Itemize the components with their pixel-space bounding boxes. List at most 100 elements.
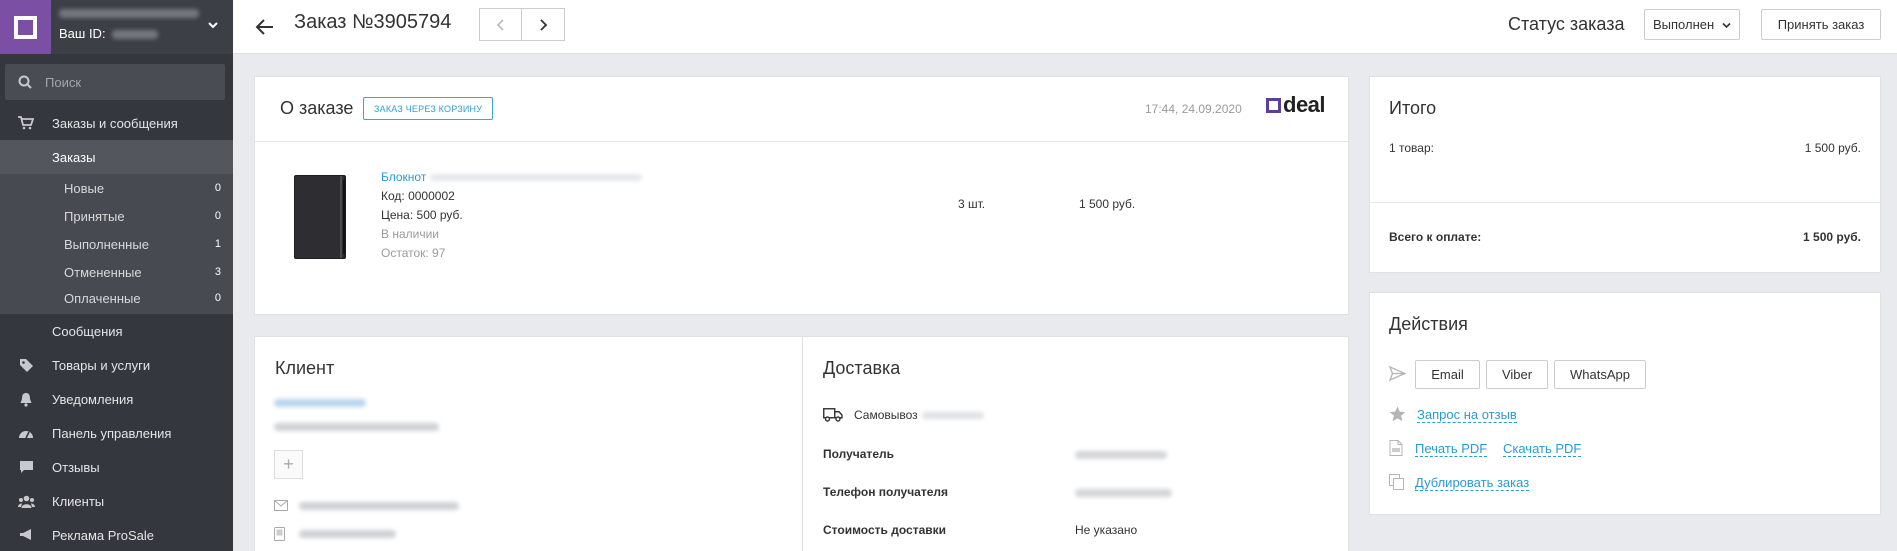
deal-logo: deal — [1266, 92, 1326, 118]
sidebar-item-notifications[interactable]: Уведомления — [0, 382, 233, 416]
items-row: 1 товар: 1 500 руб. — [1389, 141, 1861, 155]
sidebar-item-label: Уведомления — [52, 391, 134, 407]
account-id: Ваш ID: — [59, 26, 158, 41]
product-availability: В наличии — [381, 227, 440, 241]
recipient-phone-label: Телефон получателя — [823, 485, 949, 499]
recipient-phone-redacted — [1075, 489, 1172, 497]
truck-icon — [823, 407, 843, 425]
star-icon — [1389, 406, 1406, 423]
phone-icon — [274, 527, 288, 541]
next-order-button[interactable] — [522, 8, 565, 41]
send-whatsapp-button[interactable]: WhatsApp — [1554, 360, 1646, 389]
duplicate-order-link[interactable]: Дублировать заказ — [1415, 476, 1530, 491]
comment-icon — [0, 460, 52, 474]
sidebar-item-messages[interactable]: Сообщения — [0, 314, 233, 348]
sidebar-item-label: Панель управления — [52, 425, 172, 441]
client-panel-title: Клиент — [275, 358, 335, 378]
sidebar-item-label: Реклама ProSale — [52, 527, 155, 543]
sidebar-item-orders[interactable]: Заказы — [0, 140, 233, 174]
count-badge: 0 — [214, 210, 221, 222]
sidebar-item-reviews[interactable]: Отзывы — [0, 450, 233, 484]
chevron-down-icon — [1722, 17, 1731, 32]
count-badge: 0 — [214, 182, 221, 194]
total-row: Всего к оплате: 1 500 руб. — [1389, 230, 1861, 244]
product-image[interactable] — [291, 172, 349, 262]
download-pdf-link[interactable]: Скачать PDF — [1503, 442, 1582, 457]
page-title: Заказ №3905794 — [294, 11, 452, 33]
recipient-value-redacted — [1075, 451, 1167, 459]
sidebar-item-ads[interactable]: Реклама ProSale — [0, 518, 233, 551]
add-client-info-button[interactable]: + — [274, 450, 303, 479]
sidebar-item-orders-messages[interactable]: Заказы и сообщения — [0, 106, 233, 140]
sidebar-item-label: Клиенты — [52, 493, 105, 509]
sidebar-item-goods[interactable]: Товары и услуги — [0, 348, 233, 382]
count-badge: 0 — [214, 292, 221, 304]
search-input[interactable] — [45, 74, 215, 90]
client-panel: Клиент + — [254, 336, 802, 551]
accept-order-button[interactable]: Принять заказ — [1761, 9, 1881, 40]
search-icon — [5, 75, 45, 89]
product-sum: 1 500 руб. — [1079, 197, 1136, 211]
gauge-icon — [0, 427, 52, 439]
sidebar-item-label: Заказы и сообщения — [52, 115, 178, 131]
orders-submenu: Заказы Новые 0 Принятые 0 Выполненные 1 Отм… — [0, 140, 233, 314]
top-bar: Заказ №3905794 Статус заказа Выполнен Пр… — [233, 0, 1897, 54]
copy-icon — [1389, 474, 1406, 491]
delivery-panel: Доставка Самовывоз Получатель Телефон по… — [802, 336, 1349, 551]
order-panel-title: О заказе — [280, 98, 354, 118]
client-orders-redacted — [274, 423, 439, 431]
back-arrow-icon[interactable] — [253, 15, 277, 39]
totals-title: Итого — [1389, 98, 1437, 118]
sidebar-item-paid[interactable]: Оплаченные 0 — [0, 286, 233, 314]
bell-icon — [0, 392, 52, 407]
totals-panel: Итого 1 товар: 1 500 руб. Всего к оплате… — [1369, 76, 1881, 273]
sidebar-search[interactable] — [5, 64, 225, 100]
sidebar-item-clients[interactable]: Клиенты — [0, 484, 233, 518]
count-badge: 1 — [214, 238, 221, 250]
pdf-icon — [1389, 440, 1406, 457]
client-name-redacted[interactable] — [274, 399, 366, 407]
actions-panel: Действия Email Viber WhatsApp Запрос на … — [1369, 292, 1881, 515]
users-icon — [0, 495, 52, 508]
count-badge: 3 — [214, 266, 221, 278]
product-name-link[interactable]: Блокнот — [381, 170, 426, 184]
order-datetime: 17:44, 24.09.2020 — [1145, 102, 1242, 116]
cart-icon — [0, 116, 52, 130]
sidebar-item-completed[interactable]: Выполненные 1 — [0, 230, 233, 258]
sidebar-item-new[interactable]: Новые 0 — [0, 174, 233, 202]
client-phone-redacted — [299, 530, 396, 538]
delivery-cost-label: Стоимость доставки — [823, 523, 947, 537]
sidebar-item-label: Товары и услуги — [52, 357, 151, 373]
tag-icon — [0, 358, 52, 373]
order-panel: О заказе ЗАКАЗ ЧЕРЕЗ КОРЗИНУ 17:44, 24.0… — [254, 76, 1349, 315]
account-switcher[interactable]: Ваш ID: — [51, 0, 233, 54]
sidebar-item-accepted[interactable]: Принятые 0 — [0, 202, 233, 230]
client-email-redacted — [299, 502, 459, 510]
sidebar-item-cancelled[interactable]: Отмененные 3 — [0, 258, 233, 286]
sidebar: Ваш ID: Заказы и сообщения Заказы Новые0… — [0, 0, 233, 551]
product-stock: Остаток: 97 — [381, 246, 446, 260]
delivery-method: Самовывоз — [854, 408, 984, 422]
review-request-link[interactable]: Запрос на отзыв — [1417, 408, 1517, 423]
send-email-button[interactable]: Email — [1415, 360, 1480, 389]
status-label: Статус заказа — [1508, 14, 1625, 34]
delivery-panel-title: Доставка — [823, 358, 901, 378]
chevron-down-icon[interactable] — [207, 18, 219, 34]
actions-title: Действия — [1389, 314, 1468, 334]
sidebar-item-label: Отзывы — [52, 459, 100, 475]
megaphone-icon — [0, 528, 52, 542]
account-name-redacted — [59, 9, 199, 18]
product-code: Код: 0000002 — [381, 189, 455, 203]
delivery-cost-value: Не указано — [1075, 523, 1138, 537]
sidebar-item-dashboard[interactable]: Панель управления — [0, 416, 233, 450]
product-quantity: 3 шт. — [958, 197, 986, 211]
product-info: Блокнот Код: 0000002 Цена: 500 руб. В на… — [381, 168, 643, 263]
print-pdf-link[interactable]: Печать PDF — [1415, 442, 1488, 457]
status-select[interactable]: Выполнен — [1644, 9, 1740, 40]
send-viber-button[interactable]: Viber — [1486, 360, 1548, 389]
app-logo[interactable] — [0, 0, 51, 54]
prev-order-button[interactable] — [479, 8, 522, 41]
account-header[interactable]: Ваш ID: — [0, 0, 233, 54]
envelope-icon — [274, 499, 288, 513]
order-pager — [479, 8, 565, 41]
